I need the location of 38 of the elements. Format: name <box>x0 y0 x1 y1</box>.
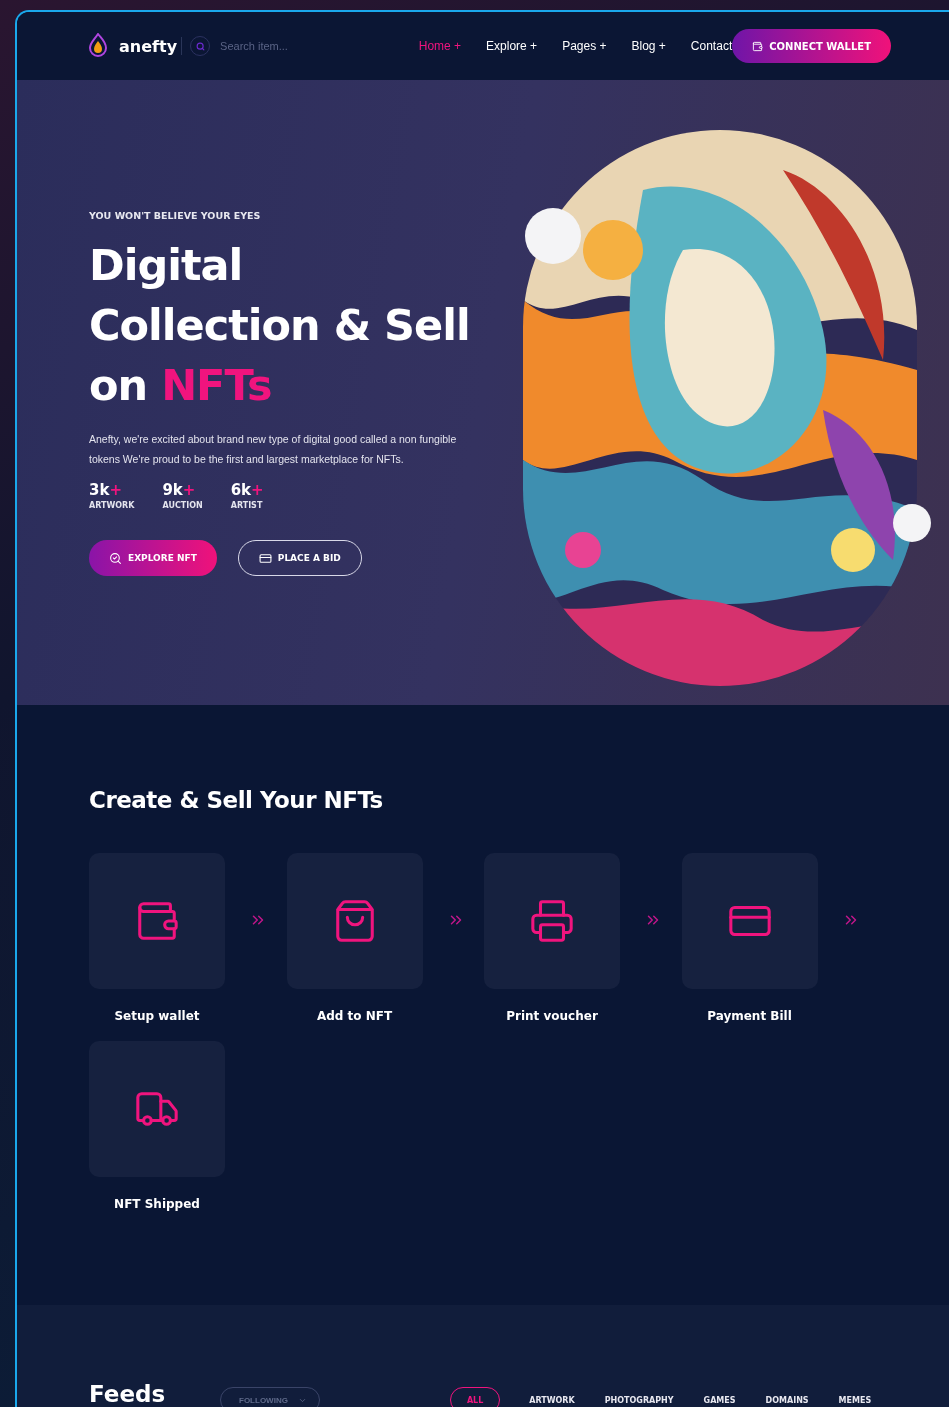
filter-tab[interactable]: PHOTOGRAPHY <box>603 1387 675 1407</box>
logo-icon <box>87 33 109 59</box>
step-label: Payment Bill <box>707 1009 792 1023</box>
step-label: Print voucher <box>506 1009 598 1023</box>
hero-eyebrow: YOU WON'T BELIEVE YOUR EYES <box>89 210 262 221</box>
hero-title: Digital Collection & Sell on NFTs <box>89 239 471 412</box>
stat-label: ARTIST <box>230 501 264 510</box>
stat-value: 9k+ <box>162 481 197 499</box>
decor-circle <box>525 208 581 264</box>
filter-tab[interactable]: GAMES <box>702 1387 737 1407</box>
decor-circle <box>893 504 931 542</box>
printer-icon <box>529 898 575 944</box>
card-icon <box>258 551 272 565</box>
section-title: Feeds <box>89 1381 167 1407</box>
step-label: NFT Shipped <box>114 1197 200 1211</box>
logo-text: anefty <box>119 36 178 56</box>
search-field[interactable]: Search item... <box>218 39 319 53</box>
step-label: Add to NFT <box>316 1009 393 1023</box>
stat-label: ARTWORK <box>89 501 135 510</box>
filter-tab[interactable]: MEMES <box>837 1387 873 1407</box>
search-icon <box>109 551 122 565</box>
nav-link[interactable]: Pages + <box>562 39 607 53</box>
stat-label: AUCTION <box>162 501 203 510</box>
nav-link[interactable]: Blog + <box>631 39 666 53</box>
filter-tab[interactable]: DOMAINS <box>764 1387 810 1407</box>
hero-description: Anefty, we're excited about brand new type of digital good called a non fungible tokens We're proud to be the first and largest marketplace for NFTs. <box>89 432 458 467</box>
step-label: Setup wallet <box>114 1009 200 1023</box>
nav-link[interactable]: Home + <box>418 39 462 53</box>
explore-button[interactable]: EXPLORE NFT <box>89 540 217 576</box>
stat-value: 6k+ <box>230 481 264 499</box>
wallet-icon <box>752 40 764 52</box>
section-title: Create & Sell Your NFTs <box>89 787 384 813</box>
connect-wallet-button[interactable]: CONNECT WALLET <box>732 29 891 63</box>
stat-value: 3k+ <box>89 481 123 499</box>
filter-tab[interactable]: ARTWORK <box>528 1387 576 1407</box>
nav-link[interactable]: Explore + <box>486 39 538 53</box>
search-icon <box>195 41 205 51</box>
nav-link[interactable]: Contact <box>690 39 733 53</box>
